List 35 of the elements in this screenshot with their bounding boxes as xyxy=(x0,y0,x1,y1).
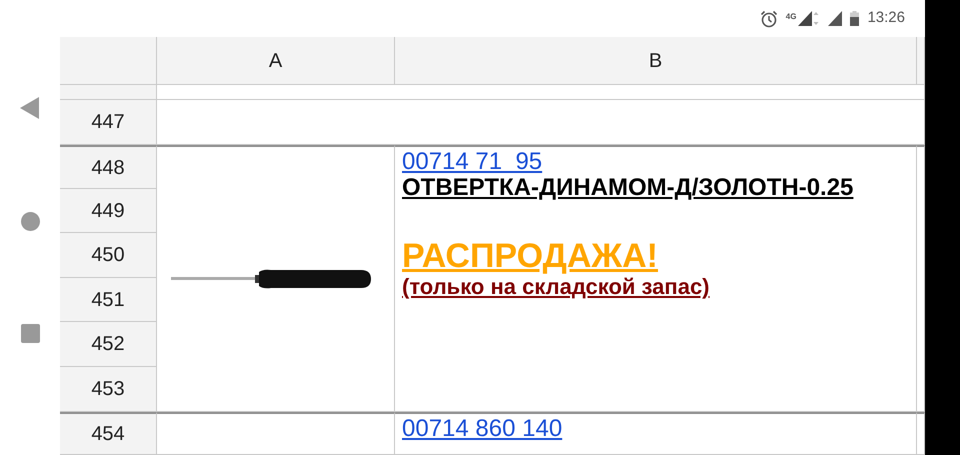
row-header[interactable]: 453 xyxy=(60,367,157,412)
table-cell[interactable] xyxy=(157,145,395,412)
row-header[interactable]: 448 xyxy=(60,145,157,189)
header-cell[interactable] xyxy=(917,37,925,85)
row-header[interactable]: 454 xyxy=(60,412,157,455)
part-number-link[interactable]: 00714 860 140 xyxy=(402,416,562,442)
table-cell[interactable] xyxy=(157,85,925,100)
table-cell[interactable] xyxy=(157,412,395,455)
recents-icon[interactable] xyxy=(20,324,40,344)
row-header[interactable]: 452 xyxy=(60,322,157,367)
product-name: ОТВЕРТКА-ДИНАМОМ-Д/ЗОЛОТН-0.25 xyxy=(402,175,854,202)
sale-label: РАСПРОДАЖА! xyxy=(402,238,658,276)
clock-time: 13:26 xyxy=(867,8,905,28)
header-cell[interactable] xyxy=(60,37,157,85)
table-cell[interactable] xyxy=(157,100,925,145)
row-header[interactable]: 451 xyxy=(60,278,157,322)
table-cell[interactable] xyxy=(917,412,925,455)
signal-icon xyxy=(798,11,820,26)
table-cell[interactable] xyxy=(917,145,925,412)
table-cell[interactable]: 00714 860 140 xyxy=(395,412,917,455)
battery-icon xyxy=(850,11,860,26)
back-icon[interactable] xyxy=(20,96,40,119)
row-header[interactable]: 450 xyxy=(60,233,157,278)
header-cell[interactable] xyxy=(60,85,157,100)
column-header[interactable]: B xyxy=(395,37,917,85)
row-header[interactable]: 447 xyxy=(60,100,157,145)
signal-icon xyxy=(828,11,842,26)
row-header[interactable]: 449 xyxy=(60,189,157,233)
table-cell[interactable]: 00714 71 95 ОТВЕРТКА-ДИНАМОМ-Д/ЗОЛОТН-0.25 РАСПРОДАЖА! (только на складской запас) xyxy=(395,145,917,412)
stock-note: (только на складской запас) xyxy=(402,275,710,300)
home-icon[interactable] xyxy=(20,212,40,231)
column-header[interactable]: A xyxy=(157,37,395,85)
part-number-link[interactable]: 00714 71 95 xyxy=(402,149,542,176)
network-type: 4G xyxy=(786,11,796,23)
alarm-clock-icon xyxy=(760,10,778,28)
